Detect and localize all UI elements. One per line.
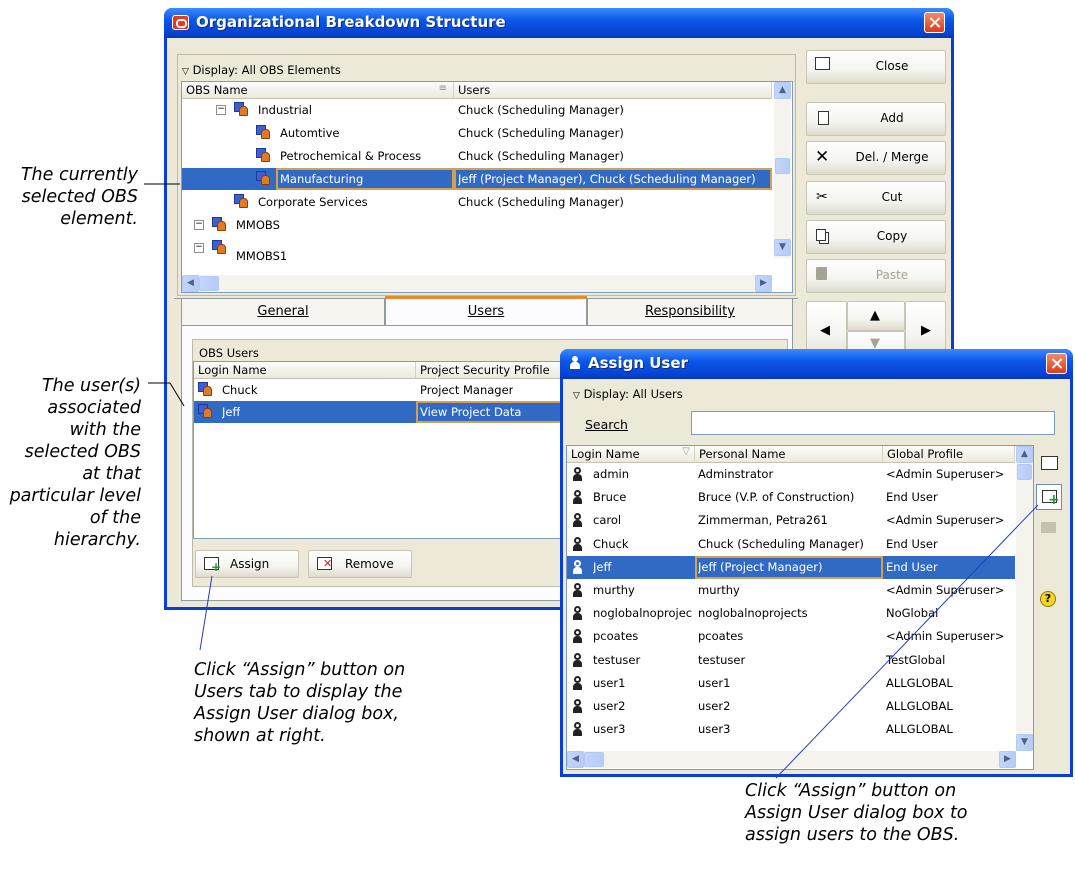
leader-lines — [144, 183, 1039, 779]
leader-line-users — [169, 382, 185, 407]
leader-line-assign-dialog — [775, 504, 1039, 779]
leader-line-assign-button — [199, 575, 213, 651]
